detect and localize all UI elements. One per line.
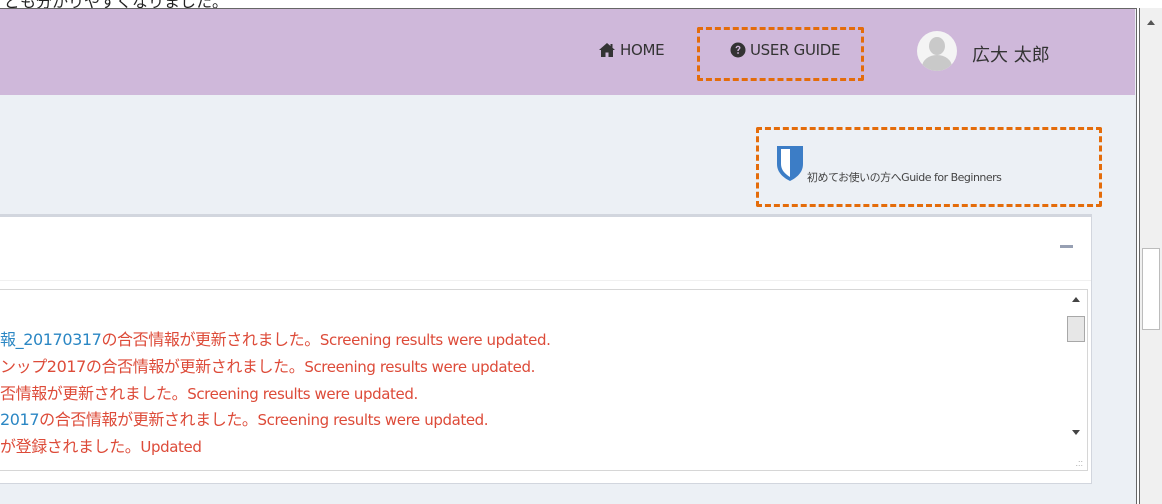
- user-avatar[interactable]: [917, 31, 957, 71]
- shield-icon[interactable]: [776, 144, 804, 187]
- top-caption-strip: ども分かりやすくなりました。: [0, 0, 1162, 8]
- scroll-down-arrow-icon[interactable]: [1072, 430, 1080, 435]
- home-link[interactable]: HOME: [598, 41, 665, 59]
- scrollbar-thumb[interactable]: [1067, 316, 1085, 342]
- home-icon: [598, 42, 616, 58]
- app-window: HOME USER GUIDE 広大 太郎 初めてお使いの方へGuide for…: [0, 8, 1137, 504]
- beginner-guide-highlight: [756, 127, 1102, 207]
- top-navbar: HOME USER GUIDE 広大 太郎: [0, 9, 1135, 95]
- user-name[interactable]: 広大 太郎: [972, 41, 1050, 67]
- notice-item: が登録されました。Updated: [0, 433, 202, 457]
- avatar-head: [929, 37, 945, 55]
- resize-grip-icon[interactable]: .::: [1075, 458, 1083, 468]
- notice-english: Screening results were updated.: [304, 358, 535, 376]
- notice-message: ンップ2017の合否情報が更新されました。: [0, 357, 305, 376]
- scrollbar-thumb[interactable]: [1142, 248, 1160, 330]
- avatar-body: [922, 55, 952, 71]
- scroll-up-arrow-icon[interactable]: [1072, 297, 1080, 302]
- notice-link[interactable]: 報_20170317: [0, 330, 102, 349]
- notice-message: の合否情報が更新されました。: [39, 410, 258, 429]
- notice-english: Screening results were updated.: [319, 331, 551, 349]
- notice-message: が登録されました。: [0, 437, 141, 456]
- notice-message: 否情報が更新されました。: [0, 384, 188, 403]
- user-guide-highlight: [697, 27, 864, 81]
- notice-scrollbar[interactable]: [1065, 290, 1087, 470]
- notice-item: 否情報が更新されました。Screening results were updat…: [0, 380, 418, 404]
- home-label: HOME: [620, 41, 665, 59]
- notice-list[interactable]: 報_20170317の合否情報が更新されました。Screening result…: [0, 289, 1088, 471]
- notice-item: ンップ2017の合否情報が更新されました。Screening results w…: [0, 353, 535, 377]
- page-scrollbar[interactable]: [1139, 8, 1162, 504]
- notice-message: の合否情報が更新されました。: [101, 330, 320, 349]
- notice-english: Screening results were updated.: [187, 385, 418, 403]
- notice-link[interactable]: 2017: [0, 410, 40, 429]
- minus-icon[interactable]: [1060, 245, 1073, 248]
- panel-header: [0, 217, 1091, 281]
- beginner-guide-link[interactable]: 初めてお使いの方へGuide for Beginners: [807, 169, 1002, 185]
- notice-item: 2017の合否情報が更新されました。Screening results were…: [0, 406, 489, 430]
- scroll-up-arrow-icon[interactable]: [1147, 20, 1155, 25]
- notice-english: Updated: [140, 438, 202, 456]
- notice-english: Screening results were updated.: [257, 411, 489, 429]
- notifications-panel: 報_20170317の合否情報が更新されました。Screening result…: [0, 214, 1092, 484]
- top-caption: ども分かりやすくなりました。: [4, 0, 228, 8]
- notice-item: 報_20170317の合否情報が更新されました。Screening result…: [0, 326, 551, 350]
